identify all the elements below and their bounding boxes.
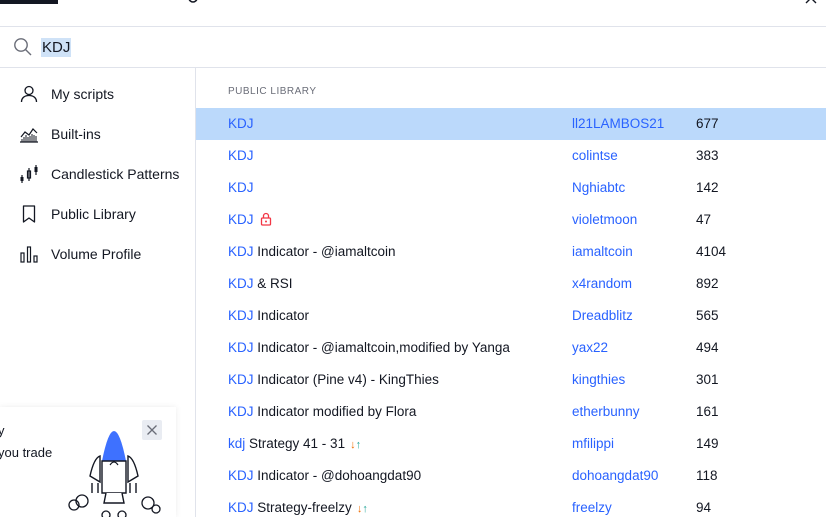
script-title: KDJ Indicator (Pine v4) - KingThies xyxy=(228,372,439,387)
sidebar-item-volume-profile[interactable]: Volume Profile xyxy=(0,234,195,274)
script-row[interactable]: kdj Strategy 41 - 31 ↓↑ mfilippi 149 xyxy=(196,428,826,460)
script-row[interactable]: KDJ Nghiabtc 142 xyxy=(196,172,826,204)
script-author[interactable]: etherbunny xyxy=(572,404,640,419)
script-title: KDJ xyxy=(228,116,254,131)
script-row[interactable]: KDJ violetmoon 47 xyxy=(196,204,826,236)
script-likes-count: 161 xyxy=(696,404,719,419)
sidebar-item-label: Candlestick Patterns xyxy=(51,166,180,182)
script-author[interactable]: dohoangdat90 xyxy=(572,468,658,483)
promo-card: y you trade xyxy=(0,407,176,517)
sidebar-item-built-ins[interactable]: Built-ins xyxy=(0,114,195,154)
script-author[interactable]: Nghiabtc xyxy=(572,180,625,195)
script-title: KDJ xyxy=(228,212,272,227)
user-icon xyxy=(20,85,38,103)
script-likes-count: 565 xyxy=(696,308,719,323)
section-title: PUBLIC LIBRARY xyxy=(228,86,317,97)
sidebar-item-label: Built-ins xyxy=(51,126,101,142)
bookmark-icon xyxy=(22,205,36,223)
candlestick-icon xyxy=(20,165,38,183)
script-row[interactable]: KDJ & RSI x4random 892 xyxy=(196,268,826,300)
search-input[interactable] xyxy=(40,35,440,59)
script-likes-count: 118 xyxy=(696,468,718,483)
script-title: KDJ Indicator modified by Flora xyxy=(228,404,417,419)
script-author[interactable]: ll21LAMBOS21 xyxy=(572,116,664,131)
script-row[interactable]: KDJ colintse 383 xyxy=(196,140,826,172)
header-tab-indicator xyxy=(0,0,58,4)
rocket-illustration xyxy=(68,431,161,517)
script-author[interactable]: freelzy xyxy=(572,500,612,515)
dialog-header xyxy=(0,0,826,27)
sidebar-item-candlestick-patterns[interactable]: Candlestick Patterns xyxy=(0,154,195,194)
sidebar-item-label: Public Library xyxy=(51,206,136,222)
script-title: KDJ Indicator xyxy=(228,308,310,323)
strategy-arrows-icon: ↓↑ xyxy=(350,439,362,451)
script-likes-count: 47 xyxy=(696,212,712,227)
script-likes-count: 677 xyxy=(696,116,719,131)
volume-profile-icon xyxy=(20,246,38,263)
strategy-arrows-icon: ↓↑ xyxy=(356,503,368,515)
script-title: KDJ & RSI xyxy=(228,276,293,291)
script-likes-count: 494 xyxy=(696,340,719,355)
close-icon[interactable] xyxy=(805,0,817,4)
search-bar: KDJ xyxy=(0,27,826,68)
script-author[interactable]: violetmoon xyxy=(572,212,637,227)
script-title: KDJ Strategy-freelzy ↓↑ xyxy=(228,500,368,515)
results-panel: PUBLIC LIBRARY KDJ ll21LAMBOS21 677 KDJ … xyxy=(196,68,826,517)
script-author[interactable]: mfilippi xyxy=(572,436,614,451)
script-author[interactable]: kingthies xyxy=(572,372,625,387)
script-likes-count: 383 xyxy=(696,148,719,163)
script-likes-count: 94 xyxy=(696,500,712,515)
script-row[interactable]: KDJ Indicator - @dohoangdat90 dohoangdat… xyxy=(196,460,826,492)
sidebar-item-public-library[interactable]: Public Library xyxy=(0,194,195,234)
script-author[interactable]: iamaltcoin xyxy=(572,244,633,259)
script-title: KDJ Indicator - @iamaltcoin xyxy=(228,244,396,259)
script-likes-count: 4104 xyxy=(696,244,727,259)
script-row[interactable]: KDJ Indicator (Pine v4) - KingThies king… xyxy=(196,364,826,396)
script-author[interactable]: yax22 xyxy=(572,340,608,355)
chart-icon xyxy=(20,128,38,143)
script-likes-count: 142 xyxy=(696,180,719,195)
script-title: KDJ xyxy=(228,180,254,195)
sidebar: My scripts Built-ins Candlestick Pattern… xyxy=(0,68,196,517)
script-author[interactable]: x4random xyxy=(572,276,632,291)
script-row[interactable]: KDJ ll21LAMBOS21 677 xyxy=(196,108,826,140)
script-title: kdj Strategy 41 - 31 ↓↑ xyxy=(228,436,362,451)
header-title-fragment xyxy=(188,0,198,3)
lock-icon xyxy=(260,212,271,226)
script-likes-count: 892 xyxy=(696,276,719,291)
script-row[interactable]: KDJ Indicator - @iamaltcoin iamaltcoin 4… xyxy=(196,236,826,268)
script-row[interactable]: KDJ Indicator - @iamaltcoin,modified by … xyxy=(196,332,826,364)
script-likes-count: 149 xyxy=(696,436,719,451)
promo-text: y xyxy=(0,423,5,438)
script-row[interactable]: KDJ Indicator Dreadblitz 565 xyxy=(196,300,826,332)
sidebar-item-my-scripts[interactable]: My scripts xyxy=(0,74,195,114)
sidebar-item-label: Volume Profile xyxy=(51,246,142,262)
sidebar-item-label: My scripts xyxy=(51,86,114,102)
script-title: KDJ Indicator - @dohoangdat90 xyxy=(228,468,422,483)
script-author[interactable]: Dreadblitz xyxy=(572,308,633,323)
script-author[interactable]: colintse xyxy=(572,148,618,163)
script-title: KDJ Indicator - @iamaltcoin,modified by … xyxy=(228,340,510,355)
script-title: KDJ xyxy=(228,148,254,163)
promo-text: you trade xyxy=(0,445,53,460)
script-row[interactable]: KDJ Strategy-freelzy ↓↑ freelzy 94 xyxy=(196,492,826,517)
script-likes-count: 301 xyxy=(696,372,719,387)
script-row[interactable]: KDJ Indicator modified by Flora etherbun… xyxy=(196,396,826,428)
search-icon xyxy=(14,38,32,56)
